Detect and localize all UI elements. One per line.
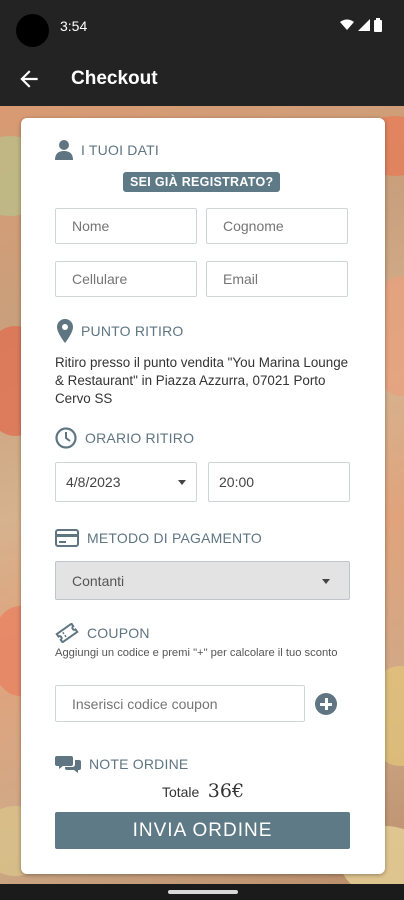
phone-input[interactable]: [72, 271, 180, 287]
section-pickup-time: ORARIO RITIRO: [55, 427, 194, 449]
pickup-time-field[interactable]: 20:00: [208, 462, 350, 502]
section-your-data: I TUOI DATI: [55, 140, 159, 160]
last-name-input[interactable]: [223, 218, 331, 234]
section-title-label: COUPON: [87, 625, 150, 641]
pickup-time-value: 20:00: [219, 474, 255, 490]
pickup-address: Ritiro presso il punto vendita "You Mari…: [55, 355, 349, 406]
clock-icon: [55, 427, 77, 449]
back-arrow-icon: [20, 70, 38, 88]
ticket-icon: [55, 623, 79, 643]
coupon-hint: Aggiungi un codice e premi "+" per calco…: [55, 647, 338, 659]
chat-bubbles-icon: [55, 756, 81, 773]
app-bar: Checkout: [0, 52, 404, 106]
pickup-date-select[interactable]: 4/8/2023: [55, 462, 197, 502]
section-title-label: I TUOI DATI: [81, 142, 159, 158]
already-registered-button[interactable]: SEI GIÀ REGISTRATO?: [123, 172, 281, 192]
add-coupon-button[interactable]: [315, 693, 337, 715]
camera-cutout: [16, 14, 49, 47]
first-name-field[interactable]: [55, 208, 197, 244]
back-button[interactable]: [16, 66, 42, 92]
total-amount: 36€: [207, 780, 245, 802]
section-title-label: METODO DI PAGAMENTO: [87, 530, 262, 546]
last-name-field[interactable]: [206, 208, 348, 244]
signal-icon: [358, 19, 370, 31]
section-payment-method: METODO DI PAGAMENTO: [55, 529, 262, 547]
user-icon: [55, 140, 73, 160]
battery-icon: [374, 18, 382, 32]
system-icons: [340, 18, 382, 32]
wifi-icon: [340, 19, 354, 30]
section-order-notes[interactable]: NOTE ORDINE: [55, 754, 188, 774]
section-pickup-point: PUNTO RITIRO: [57, 319, 183, 343]
navigation-bar: [0, 884, 404, 900]
section-title-label: ORARIO RITIRO: [85, 430, 195, 446]
status-bar: 3:54: [0, 0, 404, 52]
section-title-label: NOTE ORDINE: [89, 756, 189, 772]
location-pin-icon: [57, 319, 73, 343]
coupon-field[interactable]: [55, 685, 305, 722]
home-indicator[interactable]: [168, 890, 238, 894]
checkout-card: I TUOI DATI SEI GIÀ REGISTRATO? PUNTO RI…: [21, 118, 385, 874]
coupon-input[interactable]: [72, 695, 288, 712]
page-title: Checkout: [71, 68, 158, 89]
order-total: Totale 36€: [21, 780, 385, 802]
section-title-label: PUNTO RITIRO: [81, 323, 184, 339]
credit-card-icon: [55, 529, 79, 547]
email-input[interactable]: [223, 271, 331, 287]
email-field[interactable]: [206, 261, 348, 297]
total-label: Totale: [161, 784, 200, 800]
section-coupon: COUPON: [55, 623, 150, 643]
status-time: 3:54: [60, 18, 88, 34]
pickup-date-value: 4/8/2023: [66, 474, 121, 490]
payment-method-select[interactable]: Contanti: [55, 561, 350, 600]
payment-method-value: Contanti: [72, 572, 125, 589]
first-name-input[interactable]: [72, 218, 180, 234]
submit-order-button[interactable]: INVIA ORDINE: [55, 812, 350, 849]
phone-field[interactable]: [55, 261, 197, 297]
dropdown-arrow-icon: [178, 480, 186, 485]
dropdown-arrow-icon: [322, 579, 330, 584]
